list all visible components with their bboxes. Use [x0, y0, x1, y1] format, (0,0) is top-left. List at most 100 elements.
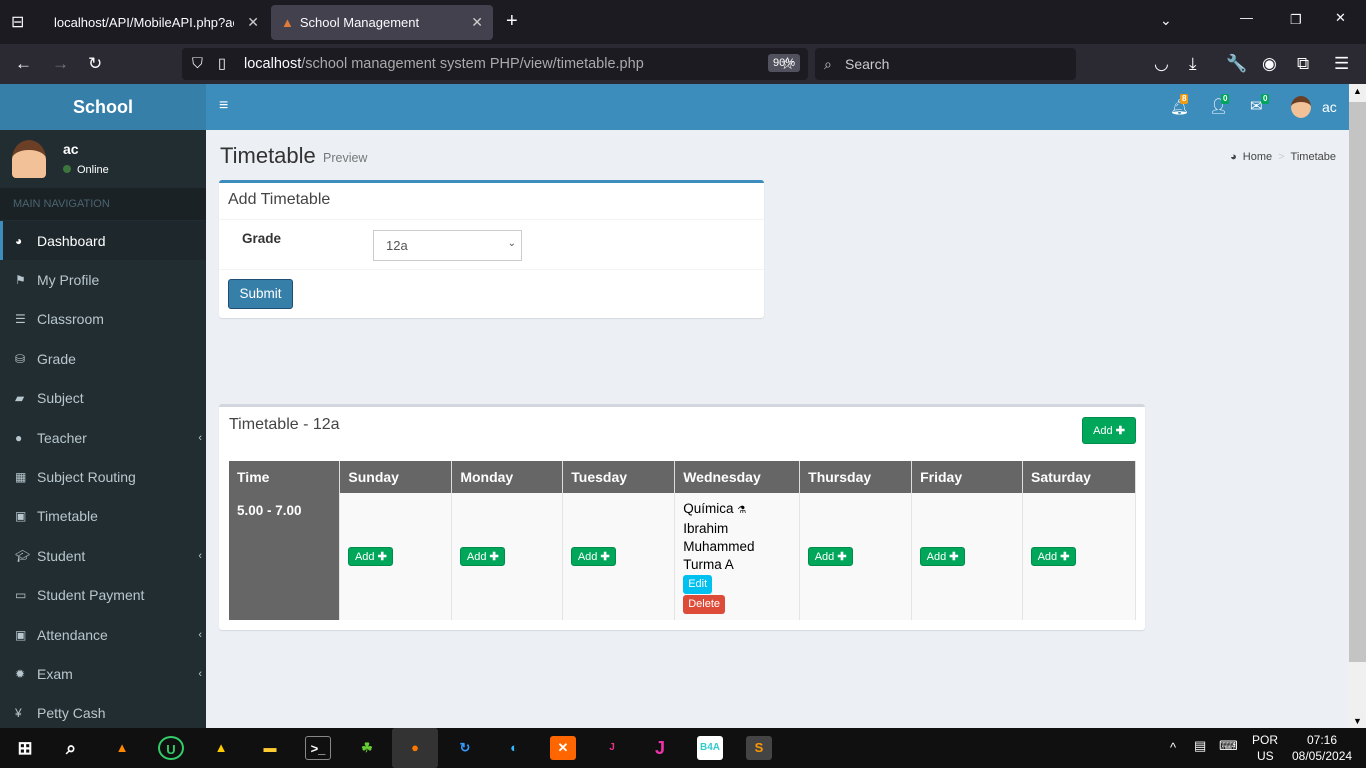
sidebar-item-classroom[interactable]: ☰ Classroom: [0, 300, 206, 339]
tray-chevron-icon[interactable]: ^: [1170, 740, 1176, 755]
teacher-last-name: Muhammed: [683, 538, 755, 554]
sidebar-toggle-icon[interactable]: ≡: [219, 97, 228, 115]
add-entry-button[interactable]: Add ✚: [1031, 547, 1077, 566]
account-icon[interactable]: ◉: [1262, 54, 1277, 74]
header-user-name[interactable]: ac: [1322, 99, 1337, 115]
submit-button[interactable]: Submit: [228, 279, 293, 309]
tab-mobile-api[interactable]: localhost/API/MobileAPI.php?action ✕: [44, 5, 269, 40]
sidebar-item-label: Dashboard: [37, 232, 106, 249]
sidebar-item-student[interactable]: 🎓︎ Student ‹: [0, 536, 206, 575]
sidebar-item-student-payment[interactable]: ▭ Student Payment: [0, 576, 206, 615]
edge-icon[interactable]: ◐: [501, 736, 527, 760]
tab-title: localhost/API/MobileAPI.php?action: [54, 15, 234, 30]
cell-monday: Add ✚: [451, 493, 564, 620]
scroll-up-icon[interactable]: ▲: [1353, 86, 1362, 96]
sidebar-item-my-profile[interactable]: ⚑ My Profile: [0, 260, 206, 299]
menu-icon[interactable]: ☰: [1334, 54, 1349, 74]
minimize-icon[interactable]: —: [1240, 10, 1253, 25]
sidebar-item-exam[interactable]: ✹ Exam ‹: [0, 654, 206, 693]
file-explorer-icon[interactable]: ▬: [257, 736, 283, 760]
add-entry-button[interactable]: Add ✚: [920, 547, 966, 566]
breadcrumb-current: Timetabe: [1290, 151, 1336, 163]
tab-school-management[interactable]: ▲ School Management ✕: [271, 5, 493, 40]
firefox-icon[interactable]: ●: [392, 728, 438, 768]
sidebar-item-timetable[interactable]: ▣ Timetable: [0, 497, 206, 536]
dashboard-icon: ◕: [15, 233, 23, 248]
back-icon[interactable]: ←: [15, 54, 32, 74]
breadcrumb-home[interactable]: Home: [1243, 151, 1272, 163]
sidebar-item-label: Student Payment: [37, 587, 145, 604]
address-bar[interactable]: ⛉ ▯ localhost/school management system P…: [182, 48, 808, 80]
search-input[interactable]: ⌕ Search: [815, 48, 1076, 80]
keyboard-icon[interactable]: ⌨: [1219, 738, 1238, 754]
scrollbar-thumb[interactable]: [1349, 102, 1366, 662]
wrench-icon[interactable]: 🔧: [1226, 54, 1247, 74]
bookmark-star-icon[interactable]: ☆: [780, 54, 795, 74]
sidebar-item-teacher[interactable]: ● Teacher ‹: [0, 418, 206, 457]
tab-manager-icon[interactable]: ⊟: [11, 12, 24, 32]
clover-icon[interactable]: ☘: [354, 736, 380, 760]
new-tab-icon[interactable]: +: [506, 10, 518, 33]
scroll-down-icon[interactable]: ▼: [1353, 716, 1362, 726]
add-entry-button[interactable]: Add ✚: [348, 547, 394, 566]
notification-icon[interactable]: ▤: [1194, 738, 1206, 754]
grade-select[interactable]: 12a ⌄: [373, 230, 522, 261]
edit-button[interactable]: Edit: [683, 574, 713, 594]
restore-icon[interactable]: ❐: [1290, 12, 1302, 28]
app-logo[interactable]: School: [0, 84, 206, 130]
sidebar-item-subject[interactable]: ▰ Subject: [0, 379, 206, 418]
user-avatar[interactable]: [1291, 96, 1311, 118]
cell-friday: Add ✚: [911, 493, 1024, 620]
clock-time[interactable]: 07:16: [1307, 733, 1337, 747]
add-timetable-button[interactable]: Add ✚: [1082, 417, 1136, 444]
extensions-icon[interactable]: ⧉: [1297, 54, 1309, 74]
cell-saturday: Add ✚: [1022, 493, 1136, 620]
sidebar-item-label: Classroom: [37, 311, 104, 328]
vlc-icon[interactable]: ▲: [109, 736, 135, 760]
subject-text: Química: [683, 500, 734, 516]
header-row: Time Sunday Monday Tuesday Wednesday Thursday…: [229, 461, 1136, 493]
app-icon[interactable]: ▲: [208, 736, 234, 760]
shield-icon[interactable]: ⛉: [192, 56, 203, 72]
plus-icon: ✚: [949, 551, 959, 563]
close-tab-icon[interactable]: ✕: [247, 14, 259, 31]
page-scrollbar[interactable]: ▲ ▼: [1349, 84, 1366, 728]
sidebar-item-dashboard[interactable]: ◕ Dashboard: [0, 221, 206, 260]
sidebar-user-name: ac: [63, 141, 79, 157]
sidebar-item-grade[interactable]: ⛁ Grade: [0, 339, 206, 378]
search-icon[interactable]: ⌕: [58, 736, 84, 760]
sync-icon[interactable]: ↻: [452, 736, 478, 760]
xampp-icon[interactable]: ✕: [550, 736, 576, 760]
jetbrains-icon[interactable]: J: [647, 736, 673, 760]
reload-icon[interactable]: ↻: [88, 54, 102, 74]
grade-label: Grade: [242, 231, 282, 246]
sidebar-item-attendance[interactable]: ▣ Attendance ‹: [0, 615, 206, 654]
keyboard-layout[interactable]: US: [1257, 749, 1274, 763]
language[interactable]: POR: [1252, 733, 1278, 747]
add-entry-button[interactable]: Add ✚: [808, 547, 854, 566]
sublime-icon[interactable]: S: [746, 736, 772, 760]
terminal-icon[interactable]: >_: [305, 736, 331, 760]
add-entry-button[interactable]: Add ✚: [571, 547, 617, 566]
plus-icon: ✚: [489, 551, 499, 563]
close-window-icon[interactable]: ✕: [1335, 10, 1346, 26]
clock-date[interactable]: 08/05/2024: [1292, 749, 1352, 763]
list-tabs-icon[interactable]: ⌄: [1160, 12, 1172, 29]
downloads-icon[interactable]: ⤓: [1189, 54, 1197, 74]
sidebar-item-petty-cash[interactable]: ¥ Petty Cash: [0, 694, 206, 733]
add-label: Add: [926, 550, 947, 563]
delete-button[interactable]: Delete: [683, 594, 725, 614]
add-entry-button[interactable]: Add ✚: [460, 547, 506, 566]
upwork-icon[interactable]: U: [158, 736, 184, 760]
start-icon[interactable]: ⊞: [12, 736, 38, 760]
taskbar: ⊞ ⌕ ▲ U ▲ ▬ >_ ☘ ● ↻ ◐ ✕ J J B4A S ^ ▤ ⌨…: [0, 728, 1366, 768]
sidebar-item-label: Exam: [37, 665, 73, 682]
timetable-table: Time Sunday Monday Tuesday Wednesday Thursday…: [229, 461, 1136, 620]
close-tab-icon[interactable]: ✕: [471, 14, 483, 31]
pocket-icon[interactable]: ◡: [1154, 54, 1169, 74]
jetbrains-icon[interactable]: J: [599, 736, 625, 760]
sidebar-item-subject-routing[interactable]: ▦ Subject Routing: [0, 457, 206, 496]
b4a-icon[interactable]: B4A: [697, 736, 723, 760]
chevron-left-icon: ‹: [198, 628, 202, 641]
sidebar-item-label: Attendance: [37, 626, 108, 643]
